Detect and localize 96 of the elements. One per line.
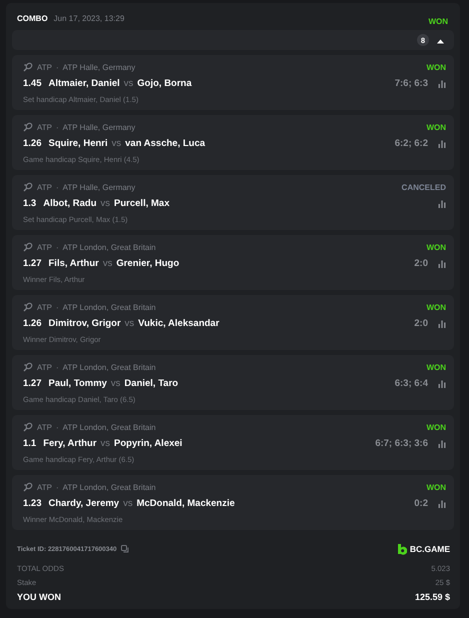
- breadcrumb-separator: ·: [56, 62, 59, 72]
- sport-label: ATP: [37, 122, 52, 132]
- odds-value: 1.26: [23, 318, 42, 329]
- versus-label: vs: [112, 138, 122, 149]
- tennis-racket-icon: [23, 182, 33, 192]
- score-text: 6:3; 6:4: [394, 378, 428, 389]
- versus-label: vs: [100, 438, 110, 449]
- tournament-label: ATP London, Great Britain: [62, 242, 156, 252]
- tournament-label: ATP Halle, Germany: [62, 122, 136, 132]
- tournament-label: ATP Halle, Germany: [62, 182, 136, 192]
- status-label: WON: [426, 362, 446, 372]
- player-name: McDonald, Mackenzie: [136, 498, 235, 509]
- player-name: Vukic, Aleksandar: [138, 318, 220, 329]
- stats-icon[interactable]: [438, 500, 446, 508]
- score-text: 7:6; 6:3: [394, 78, 428, 89]
- status-label: WON: [426, 242, 446, 252]
- breadcrumb-separator: ·: [56, 182, 59, 192]
- odds-value: 1.26: [23, 138, 42, 149]
- versus-label: vs: [124, 78, 134, 89]
- stats-icon[interactable]: [438, 260, 446, 268]
- sport-label: ATP: [37, 302, 52, 312]
- copy-icon[interactable]: [120, 545, 129, 553]
- status-label: WON: [426, 62, 446, 72]
- sport-label: ATP: [37, 482, 52, 492]
- score-text: 0:2: [414, 498, 428, 509]
- versus-label: vs: [124, 318, 134, 329]
- player-name: Albot, Radu: [43, 198, 97, 209]
- sport-label: ATP: [37, 242, 52, 252]
- player-name: van Assche, Luca: [125, 138, 206, 149]
- status-label: CANCELED: [402, 182, 446, 192]
- odds-value: 1.45: [23, 78, 42, 89]
- bet-type-label: COMBO: [17, 14, 48, 22]
- stats-icon[interactable]: [438, 200, 446, 208]
- breadcrumb-separator: ·: [56, 242, 59, 252]
- tennis-racket-icon: [23, 362, 33, 372]
- tournament-label: ATP London, Great Britain: [62, 422, 156, 432]
- logo-icon: [398, 544, 407, 554]
- tournament-label: ATP Halle, Germany: [62, 62, 136, 72]
- stats-icon[interactable]: [438, 140, 446, 148]
- tennis-racket-icon: [23, 122, 33, 132]
- tournament-label: ATP London, Great Britain: [62, 302, 156, 312]
- status-label: WON: [426, 482, 446, 492]
- score-text: 6:7; 6:3; 3:6: [375, 438, 428, 449]
- player-name: Purcell, Max: [114, 198, 170, 209]
- breadcrumb-separator: ·: [56, 362, 59, 372]
- status-label: WON: [428, 16, 448, 26]
- player-name: Popyrin, Alexei: [114, 438, 182, 449]
- breadcrumb-separator: ·: [56, 122, 59, 132]
- total-value: 125.59 $: [414, 592, 450, 602]
- player-name: Dimitrov, Grigor: [48, 318, 121, 329]
- tournament-label: ATP London, Great Britain: [62, 482, 156, 492]
- odds-value: 1.3: [23, 198, 36, 209]
- stats-icon[interactable]: [438, 320, 446, 328]
- player-name: Squire, Henri: [48, 138, 108, 149]
- total-label: YOU WON: [17, 592, 61, 602]
- tennis-racket-icon: [23, 422, 33, 432]
- tennis-racket-icon: [23, 242, 33, 252]
- score-text: 2:0: [414, 318, 428, 329]
- caret-icon[interactable]: [437, 39, 444, 44]
- tennis-racket-icon: [23, 482, 33, 492]
- stats-icon[interactable]: [438, 440, 446, 448]
- versus-label: vs: [102, 258, 112, 269]
- player-name: Paul, Tommy: [48, 378, 107, 389]
- tennis-racket-icon: [23, 62, 33, 72]
- date-text: Jun 17, 2023, 13:29: [54, 14, 124, 22]
- sport-label: ATP: [37, 62, 52, 72]
- score-text: 6:2; 6:2: [394, 138, 428, 149]
- sport-label: ATP: [37, 362, 52, 372]
- odds-value: 1.27: [23, 378, 42, 389]
- breadcrumb-separator: ·: [56, 482, 59, 492]
- status-label: WON: [426, 302, 446, 312]
- tennis-racket-icon: [23, 302, 33, 312]
- brand-name: BC.GAME: [410, 544, 450, 554]
- breadcrumb-separator: ·: [56, 422, 59, 432]
- odds-value: 1.27: [23, 258, 42, 269]
- sport-label: ATP: [37, 182, 52, 192]
- player-name: Chardy, Jeremy: [48, 498, 120, 509]
- versus-label: vs: [100, 198, 110, 209]
- odds-value: 1.23: [23, 498, 42, 509]
- status-label: WON: [426, 122, 446, 132]
- score-text: 2:0: [414, 258, 428, 269]
- player-name: Gojo, Borna: [137, 78, 192, 89]
- stats-icon[interactable]: [438, 380, 446, 388]
- tournament-label: ATP London, Great Britain: [62, 362, 156, 372]
- status-label: WON: [426, 422, 446, 432]
- stats-icon[interactable]: [438, 80, 446, 88]
- player-name: Grenier, Hugo: [116, 258, 180, 269]
- player-name: Fils, Arthur: [48, 258, 99, 269]
- sport-label: ATP: [37, 422, 52, 432]
- player-name: Altmaier, Daniel: [48, 78, 120, 89]
- versus-label: vs: [123, 498, 133, 509]
- versus-label: vs: [110, 378, 120, 389]
- player-name: Fery, Arthur: [43, 438, 97, 449]
- player-name: Daniel, Taro: [124, 378, 178, 389]
- odds-value: 1.1: [23, 438, 36, 449]
- breadcrumb-separator: ·: [56, 302, 59, 312]
